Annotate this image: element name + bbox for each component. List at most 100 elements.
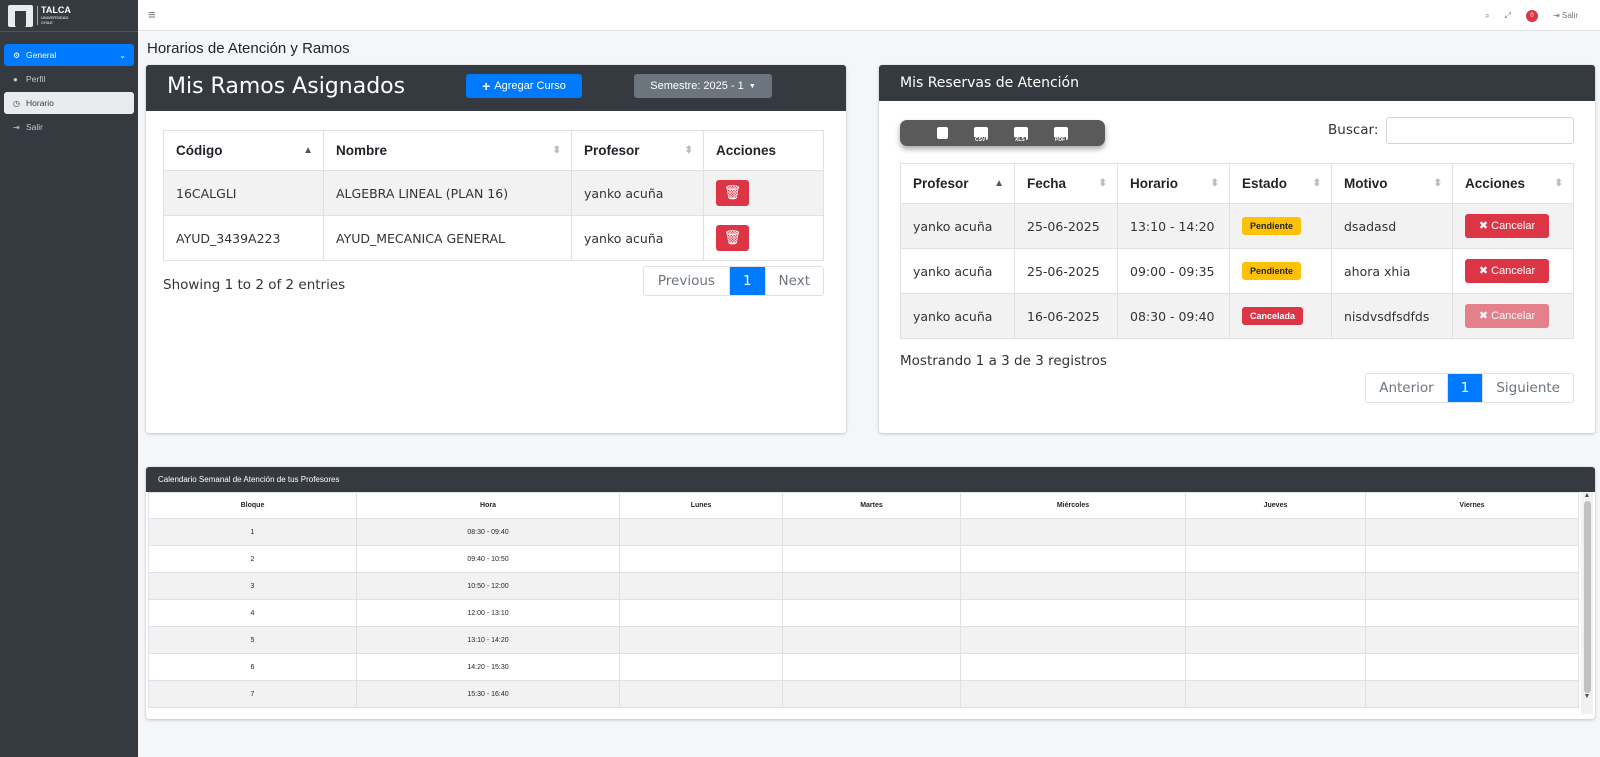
ramos-table: Código ▲ Nombre ⬍ Profesor ⬍ Acciones 16CAL… [163, 130, 824, 261]
cell-hora: 15:30 - 16:40 [356, 680, 620, 708]
cancel-button[interactable]: ✖ Cancelar [1465, 214, 1549, 238]
brand[interactable]: TALCA UNIVERSIDAD CHILE [0, 0, 138, 32]
col-acciones[interactable]: Acciones [703, 130, 824, 171]
next-button[interactable]: Next [766, 267, 823, 295]
cell-profesor: yanko acuña [900, 293, 1015, 339]
logout-link[interactable]: ⇥ Salir [1553, 11, 1578, 20]
search-icon[interactable]: ⌕ [1485, 11, 1489, 21]
col-profesor[interactable]: Profesor ⬍ [571, 130, 704, 171]
cell-fecha: 25-06-2025 [1014, 203, 1118, 249]
cell-empty [782, 599, 961, 627]
pdf-label: PDF [1054, 136, 1066, 143]
cell-profesor: yanko acuña [900, 248, 1015, 294]
col-motivo[interactable]: Motivo ⬍ [1331, 163, 1453, 204]
page-1-button[interactable]: 1 [1447, 374, 1484, 402]
cancel-button-disabled: ✖ Cancelar [1465, 304, 1549, 328]
cell-hora: 13:10 - 14:20 [356, 626, 620, 654]
delete-button[interactable]: 🗑 [716, 180, 749, 206]
sidebar-item-salir[interactable]: ⇥ Salir [4, 116, 134, 138]
cancel-button[interactable]: ✖ Cancelar [1465, 259, 1549, 283]
previous-button[interactable]: Previous [644, 267, 730, 295]
notification-badge[interactable]: 0 [1526, 9, 1539, 22]
col-hora: Hora [356, 492, 620, 519]
hamburger-menu-icon[interactable]: ≡ [148, 7, 156, 22]
page-1-button[interactable]: 1 [729, 267, 766, 295]
cell-empty [960, 680, 1186, 708]
semester-label: Semestre: 2025 - 1 [650, 80, 744, 92]
cell-bloque: 7 [148, 680, 357, 708]
col-horario[interactable]: Horario ⬍ [1117, 163, 1230, 204]
col-miercoles: Miércoles [960, 492, 1186, 519]
cell-motivo: dsadasd [1331, 203, 1453, 249]
cancel-label: Cancelar [1491, 265, 1536, 277]
search-input[interactable] [1386, 117, 1574, 144]
cell-empty [1185, 653, 1366, 681]
cell-bloque: 4 [148, 599, 357, 627]
delete-button[interactable]: 🗑 [716, 225, 749, 251]
col-fecha[interactable]: Fecha ⬍ [1014, 163, 1118, 204]
sidebar-item-perfil[interactable]: ● Perfil [4, 68, 134, 90]
cell-empty [782, 680, 961, 708]
col-nombre[interactable]: Nombre ⬍ [323, 130, 572, 171]
cell-empty [960, 599, 1186, 627]
sidebar-item-general[interactable]: ⚙ General ⌄ [4, 44, 134, 66]
fullscreen-icon[interactable]: ⤢ [1505, 11, 1511, 21]
cell-nombre: ALGEBRA LINEAL (PLAN 16) [323, 170, 572, 216]
cell-hora: 14:20 - 15:30 [356, 653, 620, 681]
chevron-down-icon: ⌄ [119, 50, 126, 60]
cell-acciones: 🗑 [703, 170, 824, 216]
cell-horario: 08:30 - 09:40 [1117, 293, 1230, 339]
vertical-scrollbar[interactable]: ▲ ▼ [1581, 492, 1593, 714]
csv-export-button[interactable]: CSV [974, 126, 988, 143]
page-title: Horarios de Atención y Ramos [147, 40, 350, 57]
col-label: Nombre [336, 143, 388, 158]
scroll-down-icon[interactable]: ▼ [1581, 693, 1593, 700]
col-viernes: Viernes [1365, 492, 1579, 519]
xls-export-button[interactable]: XLS [1014, 126, 1028, 143]
sidebar-item-horario[interactable]: ◷ Horario [4, 92, 134, 114]
university-logo [8, 4, 33, 27]
col-profesor[interactable]: Profesor ▲ [900, 163, 1015, 204]
col-lunes: Lunes [619, 492, 783, 519]
cell-profesor: yanko acuña [900, 203, 1015, 249]
col-label: Fecha [1027, 176, 1067, 191]
cell-bloque: 1 [148, 518, 357, 546]
scroll-up-icon[interactable]: ▲ [1581, 492, 1593, 499]
table-row: 16CALGLI ALGEBRA LINEAL (PLAN 16) yanko … [163, 170, 824, 216]
status-badge: Pendiente [1242, 217, 1302, 235]
sort-icon: ⬍ [1312, 178, 1321, 189]
add-course-button[interactable]: + Agregar Curso [466, 74, 582, 98]
col-estado[interactable]: Estado ⬍ [1229, 163, 1332, 204]
col-label: Acciones [716, 143, 777, 158]
cell-empty [1365, 626, 1579, 654]
brand-name: TALCA [41, 5, 71, 15]
calendario-table: Bloque Hora Lunes Martes Miércoles Jueve… [148, 492, 1579, 708]
csv-label: CSV [974, 136, 987, 143]
cell-acciones: 🗑 [703, 215, 824, 261]
semester-dropdown[interactable]: Semestre: 2025 - 1 ▼ [634, 74, 772, 98]
cell-empty [1185, 572, 1366, 600]
col-codigo[interactable]: Código ▲ [163, 130, 324, 171]
times-icon: ✖ [1478, 220, 1489, 232]
col-acciones[interactable]: Acciones ⬍ [1452, 163, 1574, 204]
cell-fecha: 25-06-2025 [1014, 248, 1118, 294]
ramos-title: Mis Ramos Asignados [167, 74, 406, 99]
scrollbar-thumb[interactable] [1583, 501, 1591, 693]
col-jueves: Jueves [1185, 492, 1366, 519]
sidebar-item-label: General [26, 50, 57, 60]
cell-empty [960, 626, 1186, 654]
cell-horario: 13:10 - 14:20 [1117, 203, 1230, 249]
next-button[interactable]: Siguiente [1483, 374, 1573, 402]
cell-empty [960, 518, 1186, 546]
pdf-export-button[interactable]: PDF [1054, 126, 1068, 143]
cell-horario: 09:00 - 09:35 [1117, 248, 1230, 294]
table-row: yanko acuña 25-06-2025 09:00 - 09:35 Pen… [900, 248, 1574, 294]
col-label: Motivo [1344, 176, 1388, 191]
sidebar-nav: ⚙ General ⌄ ● Perfil ◷ Horario ⇥ Salir [0, 32, 138, 152]
calendario-scroll-area[interactable]: Bloque Hora Lunes Martes Miércoles Jueve… [148, 492, 1579, 714]
col-label: Profesor [584, 143, 640, 158]
copy-icon[interactable] [937, 127, 948, 139]
previous-button[interactable]: Anterior [1366, 374, 1448, 402]
cell-empty [1365, 653, 1579, 681]
cell-bloque: 3 [148, 572, 357, 600]
